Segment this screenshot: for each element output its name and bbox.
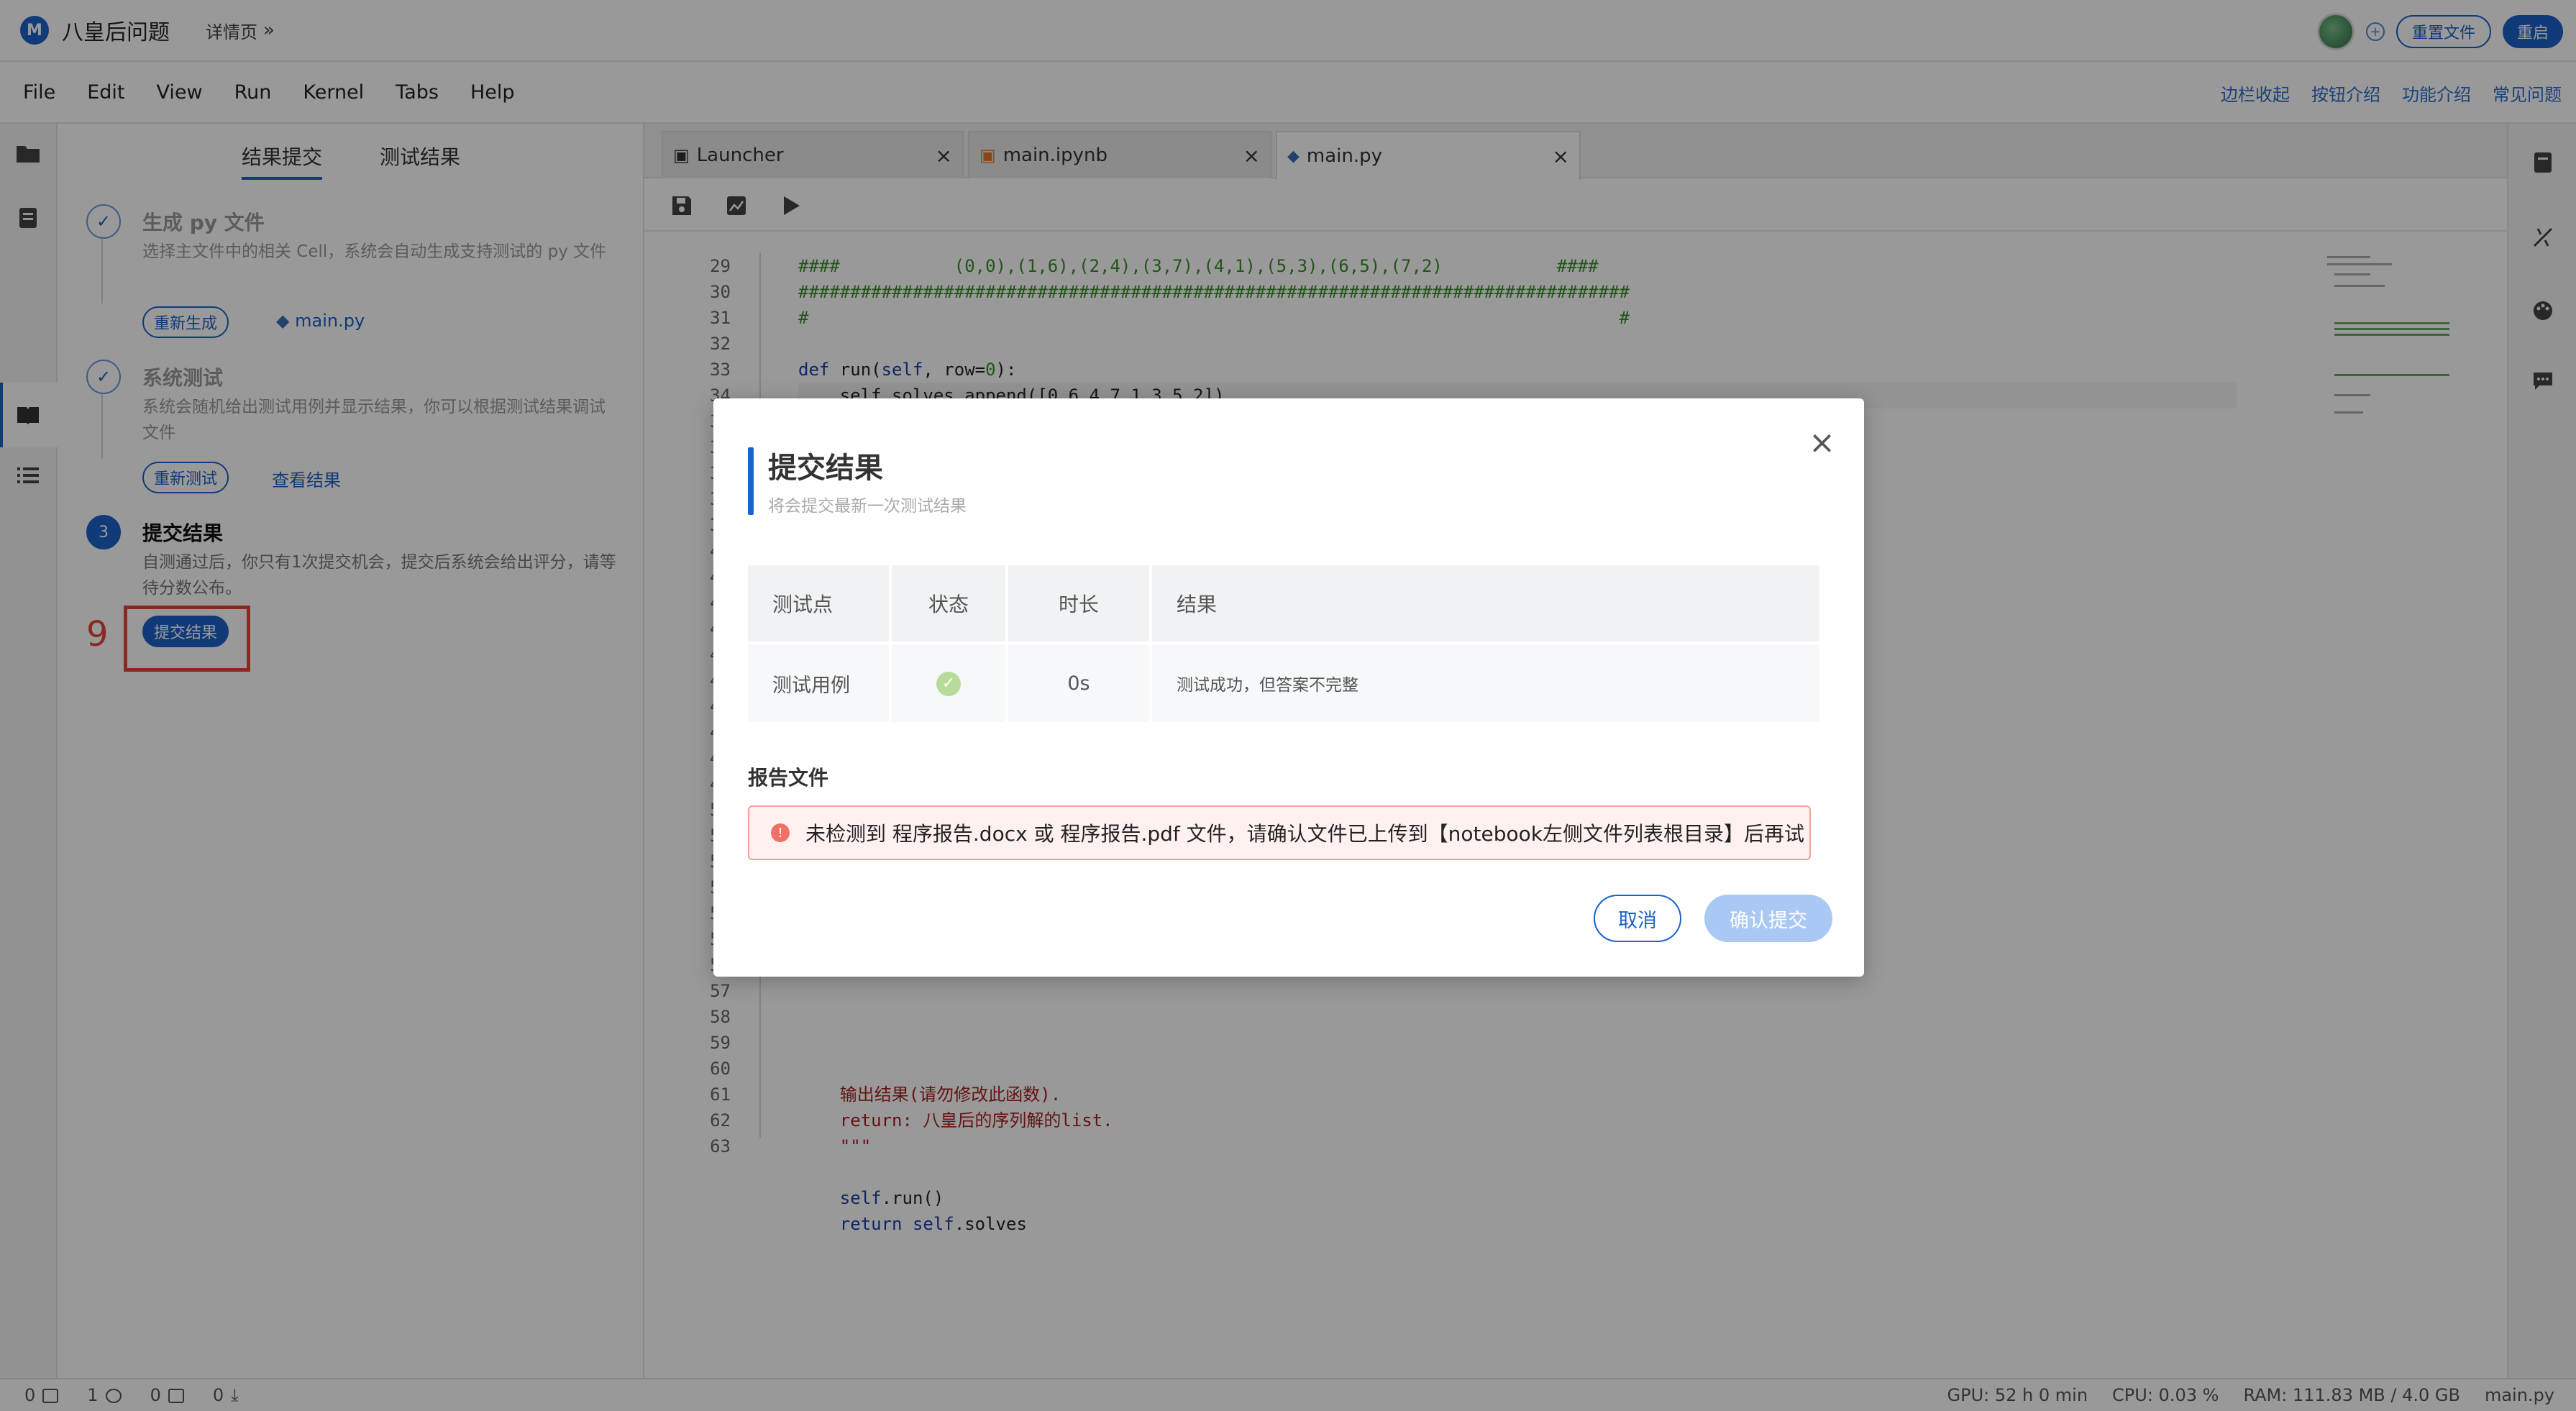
table-header-row: 测试点 状态 时长 结果 <box>748 565 1822 641</box>
cell-duration: 0s <box>1008 641 1152 722</box>
cell-result: 测试成功，但答案不完整 <box>1152 641 1822 722</box>
dialog-title: 提交结果 <box>768 452 883 485</box>
submit-dialog: 提交结果 将会提交最新一次测试结果 × 测试点 状态 时长 结果 测试用例 ✓ … <box>713 398 1864 977</box>
col-header-duration: 时长 <box>1008 565 1152 641</box>
col-header-point: 测试点 <box>748 565 892 641</box>
table-row: 测试用例 ✓ 0s 测试成功，但答案不完整 <box>748 641 1822 722</box>
cell-point: 测试用例 <box>748 641 892 722</box>
report-file-label: 报告文件 <box>748 766 829 790</box>
check-icon: ✓ <box>936 671 961 696</box>
results-table: 测试点 状态 时长 结果 测试用例 ✓ 0s 测试成功，但答案不完整 <box>748 565 1822 722</box>
title-accent-bar <box>748 447 754 515</box>
cell-status: ✓ <box>892 641 1008 722</box>
close-icon[interactable]: × <box>1809 424 1835 461</box>
col-header-result: 结果 <box>1152 565 1822 641</box>
confirm-submit-button[interactable]: 确认提交 <box>1704 895 1832 942</box>
dialog-subtitle: 将会提交最新一次测试结果 <box>768 497 967 516</box>
alert-icon: ! <box>771 823 790 842</box>
alert-text: 未检测到 程序报告.docx 或 程序报告.pdf 文件，请确认文件已上传到【n… <box>805 822 1805 846</box>
cancel-button[interactable]: 取消 <box>1594 895 1681 942</box>
col-header-status: 状态 <box>892 565 1008 641</box>
error-alert: ! 未检测到 程序报告.docx 或 程序报告.pdf 文件，请确认文件已上传到… <box>748 805 1811 860</box>
